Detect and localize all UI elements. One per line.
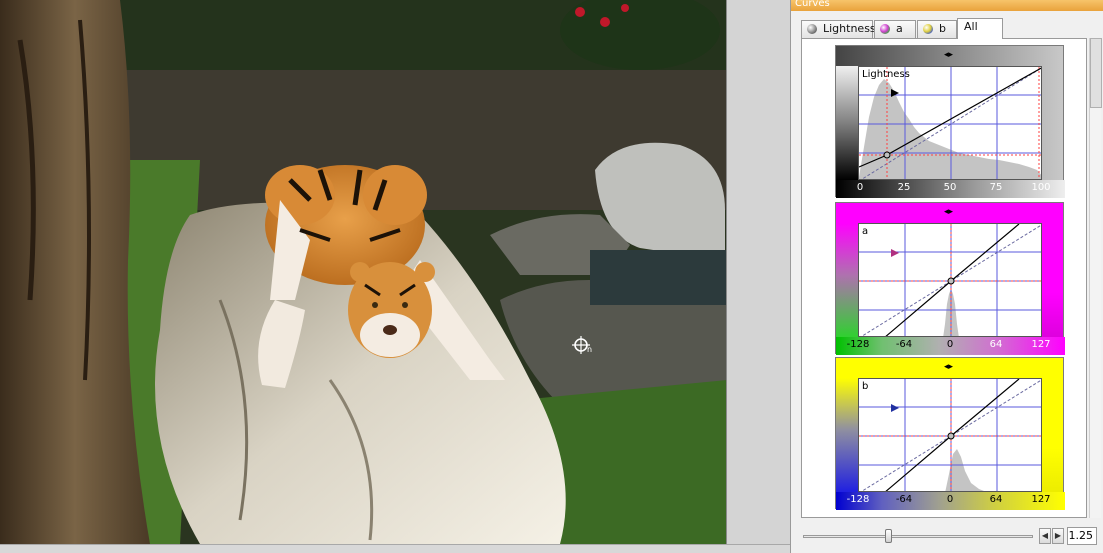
a-channel-ball-icon xyxy=(880,24,890,34)
bidirectional-arrow-icon[interactable]: ◂▸ xyxy=(944,207,953,217)
axis-tick: 0 xyxy=(856,182,864,193)
axis-tick: 0 xyxy=(946,494,954,505)
lightness-curve-graph xyxy=(859,67,1041,179)
axis-tick: 0 xyxy=(946,339,954,350)
curve-label: b xyxy=(862,381,869,392)
axis-tick: 64 xyxy=(989,494,1003,505)
lightness-axis: 0 25 50 75 100 xyxy=(836,180,1065,198)
crosshair-cursor-icon: n xyxy=(572,336,594,358)
axis-tick: 127 xyxy=(1031,339,1051,350)
zoom-value-field[interactable]: 1.25 xyxy=(1067,527,1097,545)
bidirectional-arrow-icon[interactable]: ◂▸ xyxy=(944,362,953,372)
lightness-output-gradient xyxy=(836,66,858,180)
chevron-right-icon[interactable]: ▶ xyxy=(1052,528,1064,544)
b-curve-box: ◂▸ b -128 -64 0 64 127 xyxy=(835,357,1065,510)
axis-tick: 50 xyxy=(943,182,957,193)
curve-label: a xyxy=(862,226,869,237)
a-curve-graph xyxy=(859,224,1041,336)
b-output-gradient xyxy=(836,378,858,492)
zoom-slider-thumb[interactable] xyxy=(885,529,892,543)
curve-label: Lightness xyxy=(862,69,910,80)
curves-panel: Curves Lightness a b All ◂▸ Lightness 0 … xyxy=(790,0,1103,553)
panel-scrollbar[interactable] xyxy=(1089,38,1102,518)
zoom-slider-row: ◀ ▶ 1.25 xyxy=(801,527,1097,545)
a-axis: -128 -64 0 64 127 xyxy=(836,337,1065,355)
tab-label: a xyxy=(896,22,903,35)
app-window: n Curves Lightness a b All ◂▸ Lightness … xyxy=(0,0,1103,553)
a-output-gradient xyxy=(836,223,858,337)
canvas-bottom-bar xyxy=(0,544,790,553)
tab-label: b xyxy=(939,22,946,35)
axis-tick: 75 xyxy=(989,182,1003,193)
chevron-left-icon[interactable]: ◀ xyxy=(1039,528,1051,544)
lightness-curve-box: ◂▸ Lightness 0 25 50 75 100 xyxy=(835,45,1065,198)
axis-tick: 100 xyxy=(1031,182,1051,193)
b-curve-plot[interactable]: b xyxy=(858,378,1042,492)
axis-tick: -64 xyxy=(895,339,913,350)
b-channel-ball-icon xyxy=(923,24,933,34)
tab-all[interactable]: All xyxy=(957,18,1003,39)
tab-label: All xyxy=(964,20,978,33)
axis-tick: -64 xyxy=(895,494,913,505)
image-canvas[interactable]: n xyxy=(0,0,727,544)
tab-lightness[interactable]: Lightness xyxy=(801,20,876,38)
tiger-photo xyxy=(0,0,726,544)
axis-tick: 127 xyxy=(1031,494,1051,505)
axis-tick: 25 xyxy=(897,182,911,193)
scrollbar-thumb[interactable] xyxy=(1090,38,1102,108)
b-curve-graph xyxy=(859,379,1041,491)
tab-b[interactable]: b xyxy=(917,20,957,38)
a-curve-plot[interactable]: a xyxy=(858,223,1042,337)
lightness-ball-icon xyxy=(807,24,817,34)
lightness-curve-plot[interactable]: Lightness xyxy=(858,66,1042,180)
tab-label: Lightness xyxy=(823,22,876,35)
axis-tick: -128 xyxy=(846,494,870,505)
bidirectional-arrow-icon[interactable]: ◂▸ xyxy=(944,50,953,60)
a-curve-box: ◂▸ a -128 -64 0 64 127 xyxy=(835,202,1065,355)
tab-a[interactable]: a xyxy=(874,20,916,38)
axis-tick: 64 xyxy=(989,339,1003,350)
tab-content: ◂▸ Lightness 0 25 50 75 100 ◂▸ a -128 -6… xyxy=(801,38,1087,518)
axis-tick: -128 xyxy=(846,339,870,350)
canvas-gutter xyxy=(727,0,790,544)
b-axis: -128 -64 0 64 127 xyxy=(836,492,1065,510)
cursor-suffix: n xyxy=(587,345,593,354)
panel-title: Curves xyxy=(791,0,1103,11)
zoom-slider-track[interactable] xyxy=(803,535,1033,538)
